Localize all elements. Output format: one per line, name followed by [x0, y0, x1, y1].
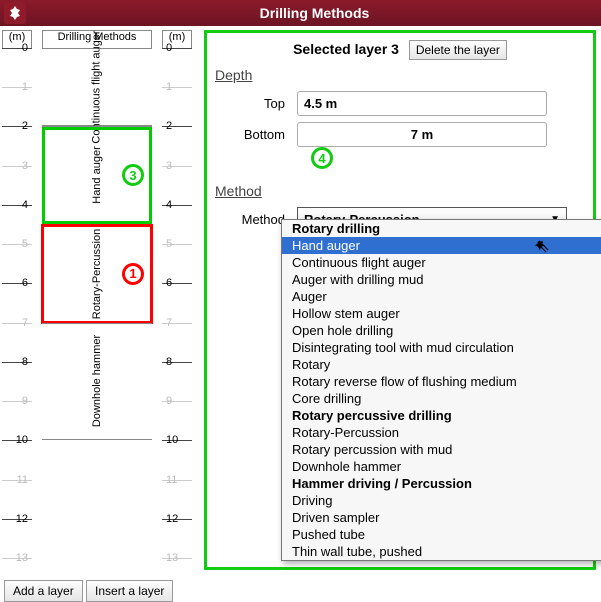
dropdown-item[interactable]: Rotary percussion with mud: [282, 441, 601, 458]
ruler-tick-label: 3: [22, 160, 28, 172]
ruler-tick-label: 13: [16, 552, 28, 564]
dropdown-item[interactable]: Rotary reverse flow of flushing medium: [282, 373, 601, 390]
ruler-tick-label: 13: [166, 552, 178, 564]
ruler-tick-label: 7: [166, 317, 172, 329]
dropdown-item[interactable]: Disintegrating tool with mud circulation: [282, 339, 601, 356]
ruler-tick-label: 2: [166, 120, 172, 132]
layers-track[interactable]: Continuous flight auger Hand auger 3 Rotary…: [42, 48, 152, 558]
dropdown-group: Rotary drilling: [282, 220, 601, 237]
ruler-tick-label: 11: [17, 474, 28, 486]
layer-segment[interactable]: Hand auger 3: [42, 126, 152, 224]
method-dropdown[interactable]: Rotary drillingHand augerContinuous flig…: [281, 219, 601, 561]
dropdown-item[interactable]: Auger with drilling mud: [282, 271, 601, 288]
ruler-tick-label: 9: [166, 395, 172, 407]
dropdown-group: Rotary percussive drilling: [282, 407, 601, 424]
selected-layer-index: 3: [391, 41, 399, 57]
ruler-tick-label: 10: [166, 434, 178, 446]
annotation-badge-3: 3: [122, 164, 144, 186]
log-column: (m) Drilling Methods (m) 012345678910111…: [2, 30, 202, 560]
dropdown-item[interactable]: Open hole drilling: [282, 322, 601, 339]
annotation-badge-4: 4: [311, 147, 333, 169]
ruler-tick-label: 5: [22, 238, 28, 250]
window-title: Drilling Methods: [32, 5, 597, 21]
dropdown-item[interactable]: Rotary-Percussion: [282, 424, 601, 441]
dropdown-item[interactable]: Hollow stem auger: [282, 305, 601, 322]
titlebar: Drilling Methods: [0, 0, 601, 26]
ruler-tick-label: 6: [22, 277, 28, 289]
ruler-tick-label: 5: [166, 238, 172, 250]
ruler-tick-label: 0: [22, 42, 28, 54]
depth-ruler-right: 012345678910111213: [162, 48, 192, 558]
selected-layer-header: Selected layer 3 Delete the layer: [215, 41, 585, 57]
ruler-tick-label: 3: [166, 160, 172, 172]
ruler-tick-label: 12: [166, 513, 178, 525]
layer-segment[interactable]: Continuous flight auger: [42, 48, 152, 126]
layer-label: Downhole hammer: [91, 335, 103, 427]
dropdown-item[interactable]: Hand auger: [282, 237, 601, 254]
app-icon: [4, 2, 26, 24]
dropdown-item[interactable]: Downhole hammer: [282, 458, 601, 475]
dropdown-item[interactable]: Pushed tube: [282, 526, 601, 543]
layer-label: Rotary-Percussion: [91, 228, 103, 318]
ruler-tick-label: 0: [166, 42, 172, 54]
selected-layer-label: Selected layer: [293, 41, 387, 57]
ruler-tick-label: 6: [166, 277, 172, 289]
top-label: Top: [215, 96, 285, 111]
layer-segment[interactable]: Rotary-Percussion 1: [42, 225, 152, 323]
dropdown-group: Hammer driving / Percussion: [282, 475, 601, 492]
method-label: Method: [215, 212, 285, 227]
dropdown-item[interactable]: Continuous flight auger: [282, 254, 601, 271]
ruler-tick-label: 7: [22, 317, 28, 329]
layer-segment[interactable]: Downhole hammer: [42, 323, 152, 441]
delete-layer-button[interactable]: Delete the layer: [409, 40, 507, 60]
insert-layer-button[interactable]: Insert a layer: [86, 580, 173, 602]
dropdown-item[interactable]: Auger: [282, 288, 601, 305]
ruler-tick-label: 9: [22, 395, 28, 407]
add-layer-button[interactable]: Add a layer: [4, 580, 83, 602]
dropdown-item[interactable]: Thin wall tube, pushed: [282, 543, 601, 560]
ruler-tick-label: 8: [166, 356, 172, 368]
dropdown-item[interactable]: Driven sampler: [282, 509, 601, 526]
top-input[interactable]: [297, 91, 547, 116]
ruler-tick-label: 11: [166, 474, 177, 486]
bottom-input[interactable]: [297, 122, 547, 147]
depth-section-title: Depth: [215, 67, 585, 83]
ruler-tick-label: 1: [166, 81, 172, 93]
ruler-tick-label: 2: [22, 120, 28, 132]
annotation-badge-1: 1: [122, 263, 144, 285]
properties-panel: Selected layer 3 Delete the layer Depth …: [204, 30, 596, 570]
ruler-tick-label: 8: [22, 356, 28, 368]
ruler-tick-label: 1: [22, 81, 28, 93]
method-section-title: Method: [215, 183, 585, 199]
dropdown-item[interactable]: Driving: [282, 492, 601, 509]
ruler-tick-label: 12: [16, 513, 28, 525]
dropdown-item[interactable]: Rotary: [282, 356, 601, 373]
layer-label: Hand auger: [91, 147, 103, 205]
ruler-tick-label: 4: [22, 199, 28, 211]
ruler-tick-label: 10: [16, 434, 28, 446]
layer-buttons-row: Add a layer Insert a layer: [4, 580, 173, 602]
ruler-tick-label: 4: [166, 199, 172, 211]
dropdown-item[interactable]: Core drilling: [282, 390, 601, 407]
bottom-label: Bottom: [215, 127, 285, 142]
depth-ruler-left: 012345678910111213: [2, 48, 32, 558]
